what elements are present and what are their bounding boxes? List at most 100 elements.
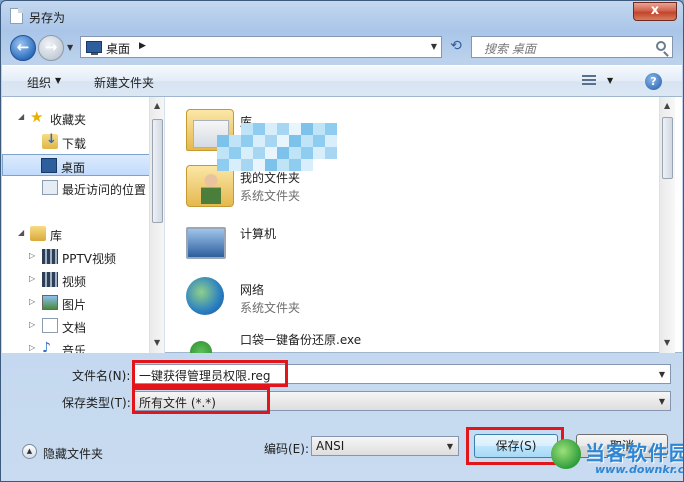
redaction-block bbox=[241, 135, 253, 147]
library-icon bbox=[30, 226, 46, 241]
encoding-value[interactable]: ANSI bbox=[316, 439, 344, 453]
file-name: 计算机 bbox=[240, 227, 277, 241]
new-folder-button[interactable]: 新建文件夹 bbox=[94, 74, 154, 91]
sidebar-item-pptv-video[interactable]: ▷ PPTV视频 bbox=[2, 246, 150, 268]
scrollbar-thumb[interactable] bbox=[662, 117, 673, 179]
redaction-block bbox=[217, 147, 229, 159]
sidebar-item-recent-places[interactable]: 最近访问的位置 bbox=[2, 177, 150, 199]
collapse-arrow-icon[interactable]: ▷ bbox=[29, 274, 35, 283]
redaction-block bbox=[253, 159, 265, 171]
redaction-block bbox=[289, 159, 301, 171]
redaction-block bbox=[229, 135, 241, 147]
document-icon bbox=[10, 8, 23, 24]
redaction-block bbox=[301, 159, 313, 171]
address-bar[interactable]: 桌面 ▶ ▼ bbox=[80, 36, 442, 58]
forward-button[interactable]: → bbox=[38, 35, 64, 61]
search-input[interactable]: 搜索 桌面 bbox=[471, 36, 673, 58]
list-item[interactable]: 网络 系统文件夹 bbox=[186, 271, 486, 327]
expand-arrow-icon[interactable]: ◢ bbox=[18, 112, 24, 121]
sidebar-item-videos[interactable]: ▷ 视频 bbox=[2, 269, 150, 291]
file-name: 口袋一键备份还原.exe bbox=[240, 333, 362, 347]
chevron-right-icon[interactable]: ▶ bbox=[139, 41, 146, 51]
sidebar-item-label: 音乐 bbox=[62, 344, 87, 353]
sidebar-item-libraries[interactable]: ◢ 库 bbox=[2, 223, 150, 245]
sidebar-item-label: 桌面 bbox=[61, 161, 86, 175]
file-name: 我的文件夹 bbox=[240, 171, 301, 185]
help-button[interactable]: ? bbox=[645, 73, 662, 90]
collapse-arrow-icon[interactable]: ▷ bbox=[29, 320, 35, 329]
back-button[interactable]: ← bbox=[10, 35, 36, 61]
pixelated-redaction bbox=[217, 123, 341, 171]
chevron-down-icon[interactable]: ▼ bbox=[659, 397, 665, 406]
documents-icon bbox=[42, 318, 58, 333]
redaction-block bbox=[229, 147, 241, 159]
sidebar-item-desktop[interactable]: 桌面 bbox=[2, 154, 150, 176]
redaction-block bbox=[289, 135, 301, 147]
music-icon: ♪ bbox=[42, 340, 51, 353]
redaction-block bbox=[301, 147, 313, 159]
pictures-icon bbox=[42, 295, 58, 310]
content-area: ◢ ★ 收藏夹 下载 桌面 最近访问的位置 ◢ 库 ▷ bbox=[2, 97, 682, 353]
desktop-icon bbox=[86, 41, 102, 55]
command-toolbar: 组织 ▼ 新建文件夹 ▼ ? bbox=[2, 65, 682, 97]
watermark-logo-icon bbox=[551, 439, 581, 469]
hide-folders-label[interactable]: 隐藏文件夹 bbox=[43, 445, 103, 462]
chevron-down-icon[interactable]: ▼ bbox=[447, 442, 453, 451]
file-list-scrollbar[interactable]: ▲ ▼ bbox=[659, 97, 675, 353]
address-location[interactable]: 桌面 bbox=[106, 40, 130, 57]
scroll-up-icon[interactable]: ▲ bbox=[154, 101, 160, 110]
chevron-down-icon[interactable]: ▼ bbox=[431, 42, 437, 51]
redaction-block bbox=[313, 135, 325, 147]
navigation-row: ← → ▼ 桌面 ▶ ▼ ⟲ 搜索 桌面 bbox=[1, 31, 683, 63]
navigation-pane-scrollbar[interactable]: ▲ ▼ bbox=[149, 97, 164, 353]
redaction-block bbox=[313, 123, 325, 135]
chevron-down-icon[interactable]: ▼ bbox=[607, 76, 613, 85]
download-folder-icon bbox=[42, 132, 58, 149]
redaction-block bbox=[325, 147, 337, 159]
scroll-down-icon[interactable]: ▼ bbox=[664, 338, 670, 347]
chevron-down-icon[interactable]: ▼ bbox=[55, 76, 61, 85]
redaction-block bbox=[289, 123, 301, 135]
view-options-icon[interactable] bbox=[582, 75, 596, 87]
list-item[interactable]: 口袋一键备份还原.exe bbox=[186, 321, 486, 353]
sidebar-item-label: 图片 bbox=[62, 298, 87, 312]
list-item[interactable]: 计算机 bbox=[186, 215, 486, 271]
scroll-down-icon[interactable]: ▼ bbox=[154, 338, 160, 347]
sidebar-item-label: 下载 bbox=[62, 137, 87, 151]
redaction-block bbox=[265, 147, 277, 159]
user-folder-icon bbox=[186, 165, 234, 207]
collapse-arrow-icon[interactable]: ▷ bbox=[29, 343, 35, 352]
hide-folders-toggle-icon[interactable]: ▲ bbox=[22, 444, 37, 459]
redaction-block bbox=[289, 147, 301, 159]
redaction-block bbox=[241, 123, 253, 135]
video-library-icon bbox=[42, 272, 58, 287]
sidebar-item-documents[interactable]: ▷ 文档 bbox=[2, 315, 150, 337]
chevron-down-icon[interactable]: ▼ bbox=[659, 370, 665, 379]
redaction-block bbox=[277, 123, 289, 135]
watermark-url: www.downkr.com bbox=[595, 463, 684, 476]
redaction-block bbox=[301, 135, 313, 147]
sidebar-item-downloads[interactable]: 下载 bbox=[2, 131, 150, 153]
refresh-button[interactable]: ⟲ bbox=[445, 36, 467, 58]
video-library-icon bbox=[42, 249, 58, 264]
sidebar-item-favorites[interactable]: ◢ ★ 收藏夹 bbox=[2, 107, 150, 129]
close-button[interactable]: x bbox=[633, 2, 677, 21]
sidebar-item-pictures[interactable]: ▷ 图片 bbox=[2, 292, 150, 314]
collapse-arrow-icon[interactable]: ▷ bbox=[29, 297, 35, 306]
network-icon bbox=[186, 277, 224, 315]
collapse-arrow-icon[interactable]: ▷ bbox=[29, 251, 35, 260]
redaction-block bbox=[217, 135, 229, 147]
encoding-label: 编码(E): bbox=[264, 442, 309, 456]
scroll-up-icon[interactable]: ▲ bbox=[664, 101, 670, 110]
recent-locations-dropdown[interactable]: ▼ bbox=[67, 43, 73, 52]
sidebar-item-music[interactable]: ▷ ♪ 音乐 bbox=[2, 338, 150, 353]
file-type: 系统文件夹 bbox=[240, 189, 301, 203]
expand-arrow-icon[interactable]: ◢ bbox=[18, 228, 24, 237]
recent-places-icon bbox=[42, 180, 58, 195]
redaction-block bbox=[253, 123, 265, 135]
organize-button[interactable]: 组织 bbox=[27, 74, 51, 91]
encoding-select[interactable]: ANSI ▼ bbox=[311, 436, 459, 456]
sidebar-item-label: 库 bbox=[50, 229, 63, 243]
watermark-text: 当客软件园 bbox=[585, 441, 684, 465]
scrollbar-thumb[interactable] bbox=[152, 119, 163, 223]
